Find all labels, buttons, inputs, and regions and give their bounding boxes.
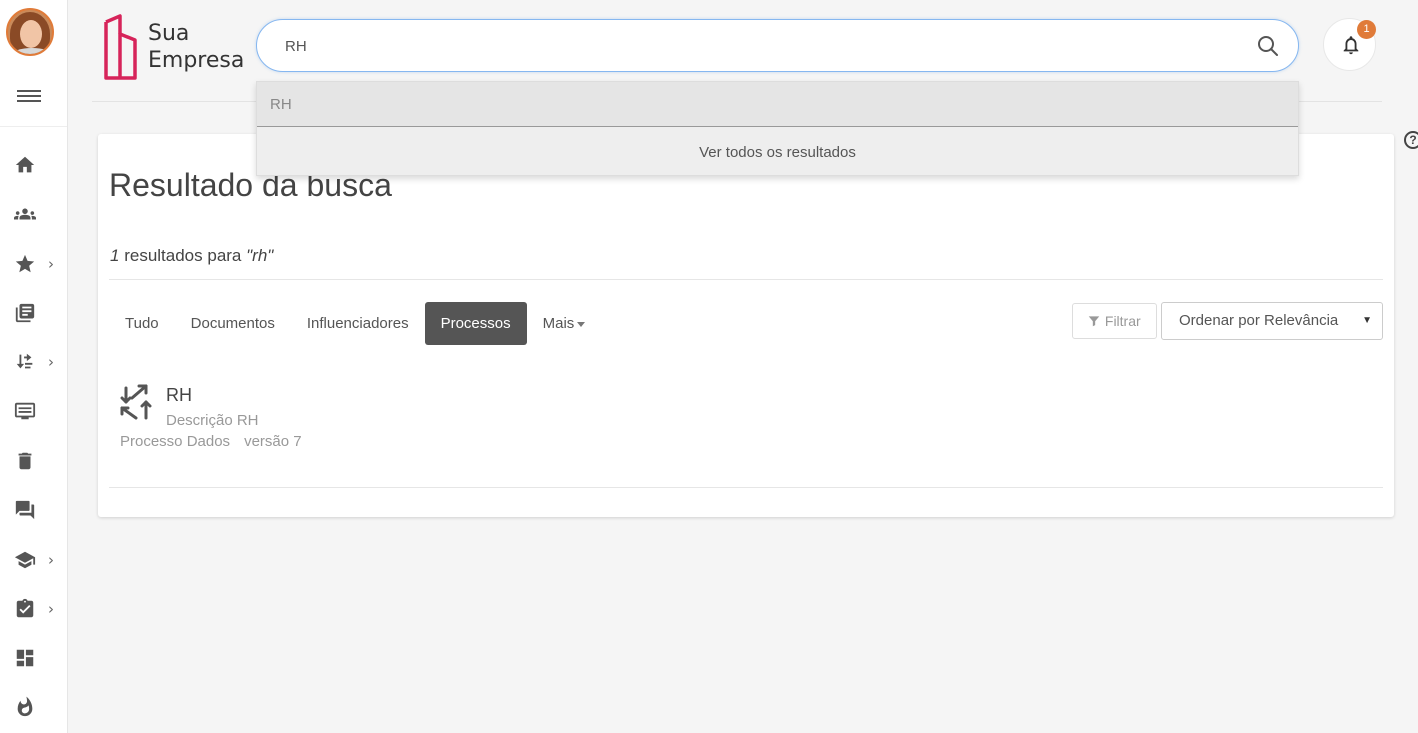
chevron-right-icon: › bbox=[48, 600, 54, 618]
search-icon[interactable] bbox=[1256, 34, 1280, 58]
library-icon bbox=[15, 303, 35, 323]
search-bar bbox=[256, 19, 1299, 72]
star-icon bbox=[15, 254, 35, 273]
results-summary: 1 resultados para "rh" bbox=[110, 246, 273, 266]
sidebar-item-school[interactable]: › bbox=[14, 545, 62, 575]
sidebar-item-dashboard[interactable] bbox=[14, 643, 62, 673]
search-suggestions-dropdown: RH Ver todos os resultados bbox=[256, 81, 1299, 176]
chevron-right-icon: › bbox=[48, 255, 54, 273]
sidebar-item-home[interactable] bbox=[14, 150, 62, 180]
tab-mais[interactable]: Mais bbox=[527, 302, 602, 345]
trash-icon bbox=[18, 452, 32, 470]
results-query: "rh" bbox=[246, 246, 274, 265]
home-icon bbox=[15, 156, 35, 173]
process-swap-icon bbox=[120, 384, 152, 420]
see-all-results-link[interactable]: Ver todos os resultados bbox=[257, 131, 1298, 175]
results-count: 1 bbox=[110, 246, 120, 265]
forum-icon bbox=[15, 500, 35, 520]
divider bbox=[109, 279, 1383, 280]
filter-icon bbox=[1088, 316, 1100, 327]
tab-processos[interactable]: Processos bbox=[424, 302, 527, 345]
sidebar-item-people[interactable] bbox=[14, 199, 62, 229]
chevron-right-icon: › bbox=[48, 551, 54, 569]
results-label: resultados para bbox=[124, 246, 242, 265]
sidebar: › › › › bbox=[0, 0, 68, 733]
monitor-icon bbox=[14, 402, 36, 420]
result-version: versão 7 bbox=[244, 433, 302, 450]
sidebar-item-monitor[interactable] bbox=[14, 396, 62, 426]
notification-count-badge: 1 bbox=[1357, 20, 1376, 39]
sidebar-divider bbox=[0, 126, 67, 127]
dashboard-icon bbox=[16, 649, 34, 667]
suggestion-item[interactable]: RH bbox=[257, 82, 1298, 127]
flame-icon bbox=[17, 696, 33, 717]
filter-button[interactable]: Filtrar bbox=[1072, 303, 1157, 339]
result-type: Processo Dados bbox=[120, 433, 231, 450]
brand-mark-icon bbox=[104, 14, 137, 80]
filter-label: Filtrar bbox=[1104, 313, 1141, 329]
school-icon bbox=[14, 551, 36, 569]
chevron-right-icon: › bbox=[48, 353, 54, 371]
help-icon[interactable]: ? bbox=[1404, 131, 1418, 149]
divider bbox=[109, 487, 1383, 488]
sidebar-item-tasks[interactable]: › bbox=[14, 594, 62, 624]
result-tabs: Tudo Documentos Influenciadores Processo… bbox=[109, 302, 601, 345]
result-description: Descrição RH bbox=[166, 412, 259, 429]
clipboard-check-icon bbox=[16, 598, 34, 618]
brand-logo[interactable]: Sua Empresa bbox=[102, 12, 252, 82]
search-input[interactable] bbox=[285, 32, 1245, 60]
sort-select[interactable]: Ordenar por Relevância ▼ bbox=[1161, 302, 1383, 340]
avatar[interactable] bbox=[6, 8, 54, 56]
swap-icon bbox=[16, 353, 33, 369]
caret-down-icon bbox=[577, 321, 586, 327]
tab-influenciadores[interactable]: Influenciadores bbox=[291, 302, 425, 345]
dropdown-arrow-icon: ▼ bbox=[1362, 315, 1372, 326]
sidebar-item-library[interactable] bbox=[14, 298, 62, 328]
sidebar-item-favorites[interactable]: › bbox=[14, 249, 62, 279]
search-results-card: Resultado da busca 1 resultados para "rh… bbox=[98, 134, 1394, 517]
tab-tudo[interactable]: Tudo bbox=[109, 302, 175, 345]
people-icon bbox=[14, 208, 36, 220]
tab-documentos[interactable]: Documentos bbox=[175, 302, 291, 345]
sidebar-item-flame[interactable] bbox=[14, 692, 62, 722]
result-meta: Processo Dados versão 7 bbox=[120, 433, 302, 450]
sidebar-item-processes[interactable]: › bbox=[14, 347, 62, 377]
hamburger-menu-icon[interactable] bbox=[17, 87, 41, 105]
brand-name: Sua Empresa bbox=[148, 21, 245, 73]
bell-icon bbox=[1343, 36, 1359, 55]
result-title[interactable]: RH bbox=[166, 385, 192, 406]
sidebar-item-trash[interactable] bbox=[14, 446, 62, 476]
sidebar-item-forum[interactable] bbox=[14, 495, 62, 525]
sort-label: Ordenar por Relevância bbox=[1179, 312, 1339, 329]
tab-mais-label: Mais bbox=[542, 315, 575, 332]
